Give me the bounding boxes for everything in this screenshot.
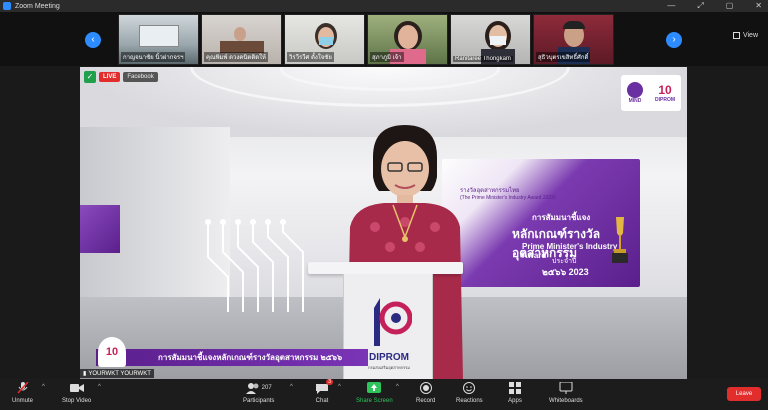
chat-unread-badge: 3 bbox=[326, 379, 333, 385]
smiley-icon bbox=[463, 382, 476, 394]
share-options-caret[interactable]: ^ bbox=[396, 384, 399, 390]
live-badge[interactable]: LIVE bbox=[99, 72, 121, 82]
participant-tile[interactable]: สุธิวบุตรเขสิทธิ์ศักดิ์ bbox=[533, 14, 614, 65]
window-controls: — ⤢ ▢ ✕ bbox=[667, 0, 762, 12]
participant-count: 207 bbox=[261, 385, 272, 391]
window-title: Zoom Meeting bbox=[15, 2, 60, 10]
whiteboard-icon bbox=[559, 382, 573, 394]
participant-tile[interactable]: สุภาภูมิ เจ้า bbox=[367, 14, 448, 65]
facebook-stream-label[interactable]: Facebook bbox=[123, 72, 158, 82]
participant-tile[interactable]: คุณพิมพ์ ดวงคนิตติดให้ bbox=[201, 14, 282, 65]
podium-top bbox=[308, 262, 463, 274]
audio-options-caret[interactable]: ^ bbox=[42, 384, 45, 390]
mind-logo: MIND bbox=[627, 82, 643, 104]
signal-icon: ▮ bbox=[83, 371, 87, 377]
chat-button[interactable]: 3 Chat bbox=[315, 379, 333, 404]
stop-video-button[interactable]: Stop Video bbox=[62, 382, 91, 404]
chat-options-caret[interactable]: ^ bbox=[338, 384, 341, 390]
apps-icon bbox=[509, 382, 521, 394]
participant-label: Ranitaree Thongkam bbox=[453, 56, 513, 62]
lower-third-caption: การสัมมนาชี้แจงหลักเกณฑ์รางวัลอุตสาหกรรม… bbox=[96, 349, 368, 366]
maximize-icon[interactable]: ▢ bbox=[726, 0, 734, 12]
live-indicator-bar: ✓ LIVE Facebook bbox=[84, 71, 158, 83]
fullscreen-icon[interactable]: ⤢ bbox=[697, 0, 703, 12]
caption-logo: 10 bbox=[98, 337, 126, 367]
participant-label: วิรวีรวีศ ตั้งใจชัย bbox=[287, 52, 334, 62]
title-bar: Zoom Meeting — ⤢ ▢ ✕ bbox=[0, 0, 768, 12]
chat-bubble-icon bbox=[316, 384, 328, 394]
unmute-button[interactable]: Unmute bbox=[12, 382, 33, 404]
participants-options-caret[interactable]: ^ bbox=[290, 384, 293, 390]
close-icon[interactable]: ✕ bbox=[755, 0, 762, 12]
apps-button[interactable]: Apps bbox=[508, 382, 522, 404]
record-icon bbox=[419, 382, 432, 394]
participant-label: คุณพิมพ์ ดวงคนิตติดให้ bbox=[204, 52, 268, 62]
caption-text: การสัมมนาชี้แจงหลักเกณฑ์รางวัลอุตสาหกรรม… bbox=[158, 353, 343, 362]
reactions-button[interactable]: Reactions bbox=[456, 382, 483, 404]
participant-label: สุธิวบุตรเขสิทธิ์ศักดิ์ bbox=[536, 52, 591, 62]
participants-button[interactable]: 207 Participants bbox=[243, 382, 274, 404]
grid-view-icon bbox=[732, 32, 740, 39]
shared-video-stage[interactable]: ✓ LIVE Facebook MIND 10 DIPROM รางวัลอุต… bbox=[80, 67, 687, 379]
participant-strip: ‹ กาญจนาชัย นิ้วฝากจรฯ คุณพิมพ์ ดวงคนิตต… bbox=[0, 12, 768, 66]
view-button[interactable]: View bbox=[732, 32, 758, 39]
share-screen-icon bbox=[367, 382, 382, 393]
share-screen-button[interactable]: Share Screen bbox=[356, 382, 393, 404]
shield-icon[interactable]: ✓ bbox=[84, 71, 96, 83]
purple-side-panel bbox=[80, 205, 120, 253]
participant-tile[interactable]: กาญจนาชัย นิ้วฝากจรฯ bbox=[118, 14, 199, 65]
participant-tile[interactable]: Ranitaree Thongkam bbox=[450, 14, 531, 65]
speaker-name: YOURWKT YOURWKT bbox=[88, 370, 151, 377]
video-options-caret[interactable]: ^ bbox=[98, 384, 101, 390]
minimize-icon[interactable]: — bbox=[667, 0, 675, 12]
view-label: View bbox=[742, 32, 758, 39]
whiteboards-button[interactable]: Whiteboards bbox=[549, 382, 583, 404]
diprom-logo: 10 DIPROM bbox=[655, 83, 675, 103]
next-page-button[interactable]: › bbox=[666, 32, 682, 48]
banner-line: ๒๕๖๖ 2023 bbox=[542, 267, 589, 277]
zoom-app-icon bbox=[3, 2, 11, 10]
trophy-icon bbox=[612, 217, 628, 263]
diprom-emblem-icon bbox=[374, 298, 412, 346]
previous-page-button[interactable]: ‹ bbox=[85, 32, 101, 48]
leave-button[interactable]: Leave bbox=[727, 387, 761, 401]
meeting-toolbar: Unmute ^ Stop Video ^ 207 Participants ^… bbox=[0, 379, 768, 410]
participant-tile[interactable]: วิรวีรวีศ ตั้งใจชัย bbox=[284, 14, 365, 65]
record-button[interactable]: Record bbox=[416, 382, 435, 404]
sponsor-logos: MIND 10 DIPROM bbox=[621, 75, 681, 111]
video-camera-icon bbox=[69, 384, 84, 392]
speaker-name-tag: ▮ YOURWKT YOURWKT bbox=[80, 369, 154, 378]
muted-microphone-icon bbox=[16, 382, 29, 394]
participant-label: กาญจนาชัย นิ้วฝากจรฯ bbox=[121, 52, 186, 62]
banner-line: การสัมมนาชี้แจง bbox=[532, 213, 591, 222]
participants-icon bbox=[245, 383, 259, 394]
participant-label: สุภาภูมิ เจ้า bbox=[370, 52, 404, 62]
